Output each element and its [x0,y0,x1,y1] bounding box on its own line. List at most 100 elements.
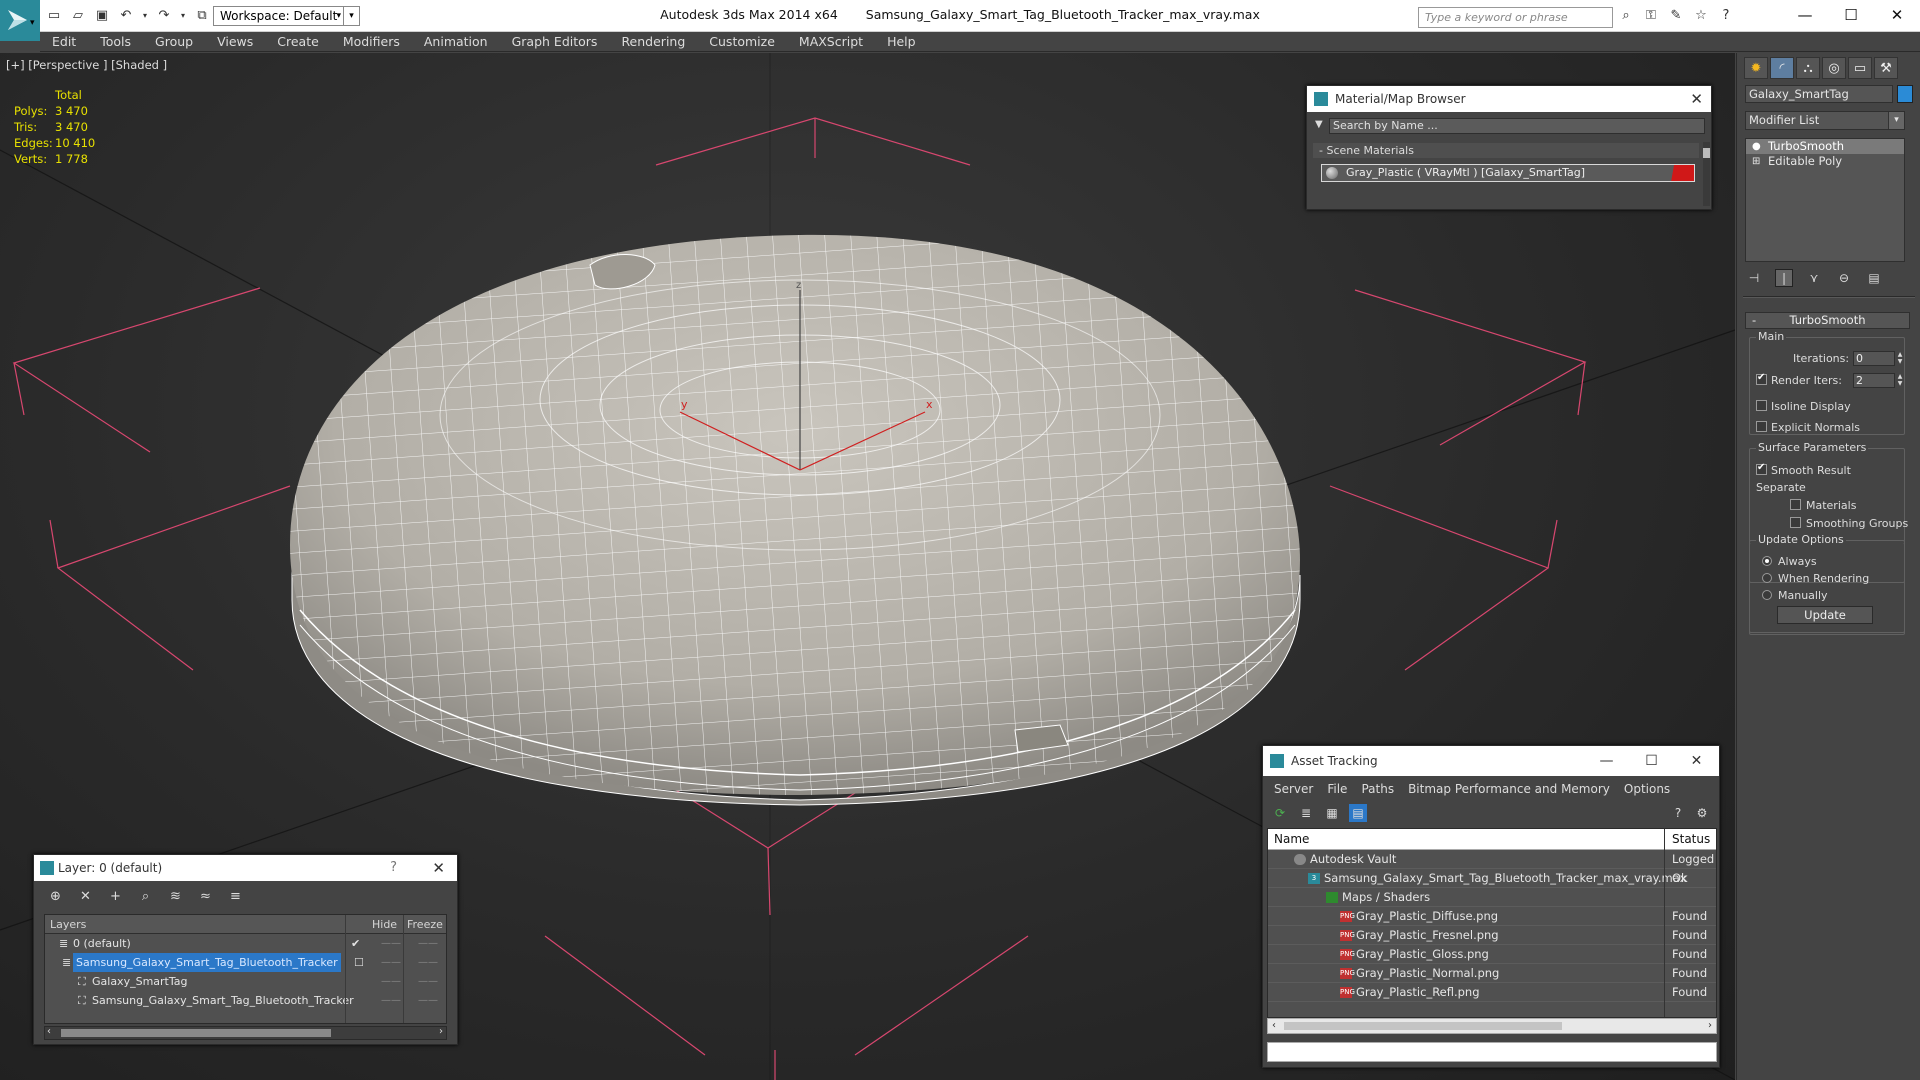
layers-column-header[interactable]: Layers [50,915,86,934]
scroll-thumb[interactable] [1703,148,1710,158]
communication-icon[interactable]: ✎ [1668,8,1684,24]
materials-checkbox[interactable] [1790,499,1801,510]
material-search-input[interactable]: Search by Name ... [1329,118,1705,134]
menu-edit[interactable]: Edit [40,32,88,51]
display-tab-monitor-icon[interactable]: ▭ [1848,57,1872,79]
hide-toggle[interactable]: —— [381,991,401,1010]
chevron-down-icon[interactable]: ▼ [1315,119,1323,130]
spinner-arrows-icon[interactable]: ▲ ▼ [1896,373,1904,388]
hide-all-layers-icon[interactable]: ≈ [196,887,215,906]
hierarchy-tab-icon[interactable]: ⛬ [1796,57,1820,79]
pin-stack-icon[interactable]: ⊣ [1745,269,1763,287]
make-unique-icon[interactable]: ⋎ [1805,269,1823,287]
scroll-right-icon[interactable]: › [1708,1019,1712,1033]
close-button[interactable]: ✕ [1674,746,1719,776]
asset-row[interactable]: Autodesk Vault Logged Out [1268,850,1716,869]
hide-toggle[interactable]: —— [381,972,401,991]
help-icon[interactable]: ? [1669,804,1687,822]
spinner-arrows-icon[interactable]: ▲ ▼ [1896,351,1904,366]
list-view-icon[interactable]: ≣ [1297,804,1315,822]
create-tab-sun-icon[interactable]: ✹ [1744,57,1768,79]
workspace-dropdown[interactable]: Workspace: Default ▾ ▾ [213,6,360,26]
freeze-toggle[interactable]: —— [418,953,438,972]
render-iters-spinner[interactable]: 2 [1853,373,1895,388]
refresh-icon[interactable]: ⟳ [1271,804,1289,822]
layer-row[interactable]: ⛶ Galaxy_SmartTag —— —— [45,972,446,991]
infocenter-search-input[interactable]: Type a keyword or phrase [1418,7,1613,28]
highlight-layer-icon[interactable]: ≋ [166,887,185,906]
object-color-swatch[interactable] [1897,85,1913,103]
utilities-tab-hammer-icon[interactable]: ⚒ [1874,57,1898,79]
subscription-key-icon[interactable]: ⚿ [1643,8,1659,24]
asset-row[interactable]: PNG Gray_Plastic_Normal.png Found [1268,964,1716,983]
turbosmooth-rollout-header[interactable]: - TurboSmooth [1745,312,1910,329]
hide-column-header[interactable]: Hide [372,915,397,934]
show-end-result-icon[interactable]: ❘ [1775,269,1793,287]
maximize-button[interactable]: ☐ [1828,0,1874,30]
thumbnail-view-icon[interactable]: ▦ [1323,804,1341,822]
menu-graph-editors[interactable]: Graph Editors [500,32,610,51]
modify-tab-curve-icon[interactable]: ◜ [1770,57,1794,79]
favorites-star-icon[interactable]: ☆ [1693,8,1709,24]
binoculars-icon[interactable]: ⌕ [1618,8,1634,24]
minimize-button[interactable]: — [1584,746,1629,776]
menu-rendering[interactable]: Rendering [609,32,697,51]
menu-modifiers[interactable]: Modifiers [331,32,412,51]
app-menu-button[interactable]: ▾ [0,0,40,41]
material-item[interactable]: Gray_Plastic ( VRayMtl ) [Galaxy_SmartTa… [1321,164,1695,182]
freeze-all-layers-icon[interactable]: ≡ [226,887,245,906]
asset-row[interactable]: PNG Gray_Plastic_Refl.png Found [1268,983,1716,1002]
help-icon[interactable]: ? [390,855,397,881]
menu-help[interactable]: Help [875,32,928,51]
modifier-stack[interactable]: ● TurboSmooth ⊞ Editable Poly [1745,138,1905,262]
hide-toggle[interactable]: —— [381,934,401,953]
menu-options[interactable]: Options [1617,779,1677,799]
create-layer-icon[interactable]: ⊕ [46,887,65,906]
asset-row[interactable]: 3 Samsung_Galaxy_Smart_Tag_Bluetooth_Tra… [1268,869,1716,888]
scroll-thumb[interactable] [61,1029,331,1037]
stack-item-turbosmooth[interactable]: ● TurboSmooth [1746,139,1904,154]
active-layer-checkmark-icon[interactable]: ✔ [351,934,360,953]
menu-paths[interactable]: Paths [1354,779,1401,799]
help-icon[interactable]: ? [1718,8,1734,24]
asset-row[interactable]: PNG Gray_Plastic_Gloss.png Found [1268,945,1716,964]
scroll-thumb[interactable] [1284,1022,1562,1030]
freeze-toggle[interactable]: —— [418,972,438,991]
menu-views[interactable]: Views [205,32,265,51]
when-rendering-radio[interactable] [1762,573,1772,583]
update-button[interactable]: Update [1777,606,1873,624]
asset-path-field[interactable] [1267,1042,1717,1062]
redo-dropdown-icon[interactable]: ▾ [180,8,186,24]
close-icon[interactable]: ✕ [432,855,445,881]
plus-box-icon[interactable]: ⊞ [1752,154,1760,169]
material-browser-scrollbar[interactable] [1703,142,1710,206]
freeze-toggle[interactable]: —— [418,991,438,1010]
motion-tab-icon[interactable]: ◎ [1822,57,1846,79]
undo-dropdown-icon[interactable]: ▾ [142,8,148,24]
asset-horizontal-scrollbar[interactable]: ‹ › [1267,1018,1717,1034]
add-to-layer-icon[interactable]: + [106,887,125,906]
scroll-left-icon[interactable]: ‹ [47,1026,51,1037]
stack-item-editable-poly[interactable]: ⊞ Editable Poly [1746,154,1904,169]
layer-row[interactable]: ⛶ Samsung_Galaxy_Smart_Tag_Bluetooth_Tra… [45,991,446,1010]
scroll-left-icon[interactable]: ‹ [1272,1019,1276,1033]
layer-row[interactable]: ≣ 0 (default) ✔ —— —— [45,934,446,953]
configure-sets-icon[interactable]: ▤ [1865,269,1883,287]
render-iters-checkbox[interactable] [1756,372,1767,385]
table-view-icon[interactable]: ▤ [1349,804,1367,822]
asset-row[interactable]: PNG Gray_Plastic_Diffuse.png Found [1268,907,1716,926]
menu-group[interactable]: Group [143,32,205,51]
scene-materials-section[interactable]: - Scene Materials [1313,143,1699,158]
menu-file[interactable]: File [1320,779,1354,799]
menu-create[interactable]: Create [265,32,331,51]
explicit-normals-checkbox[interactable] [1756,421,1767,432]
redo-icon[interactable]: ↷ [156,8,172,24]
menu-server[interactable]: Server [1267,779,1320,799]
close-icon[interactable]: ✕ [1690,86,1703,112]
save-icon[interactable]: ▣ [94,8,110,24]
remove-modifier-icon[interactable]: ⊖ [1835,269,1853,287]
menu-tools[interactable]: Tools [88,32,143,51]
status-column-header[interactable]: Status [1672,829,1710,850]
hide-toggle[interactable]: —— [381,953,401,972]
viewport-label-menu[interactable]: [+] [Perspective ] [Shaded ] [6,58,167,72]
